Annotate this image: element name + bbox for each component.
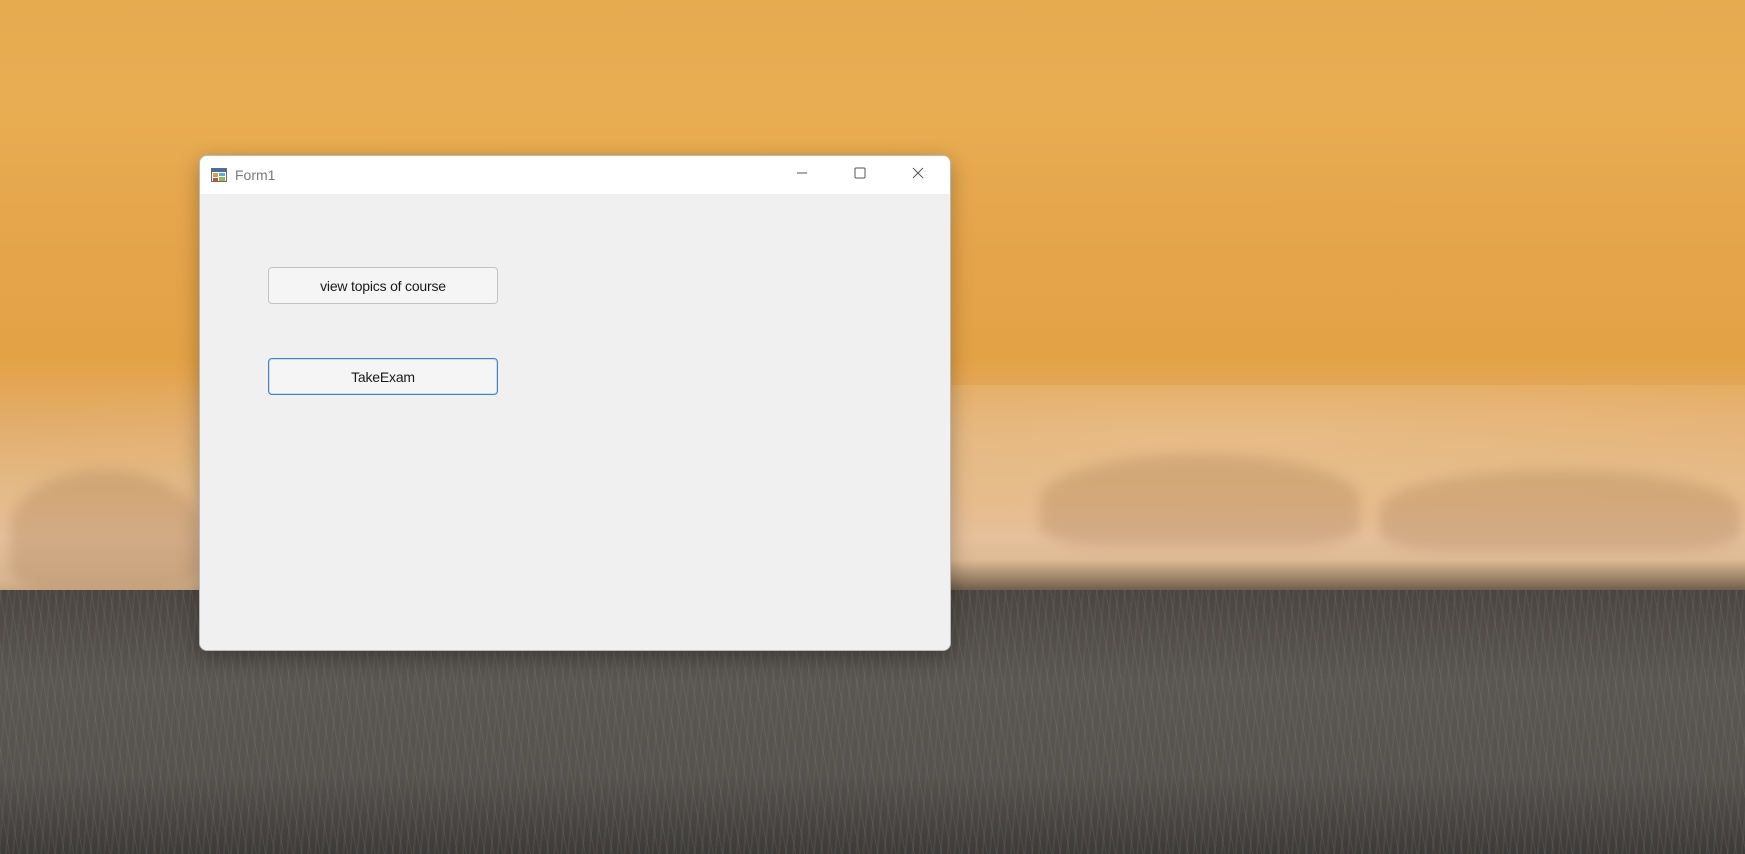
close-button[interactable] xyxy=(889,156,947,194)
minimize-button[interactable] xyxy=(773,156,831,194)
wallpaper-tree xyxy=(10,470,200,590)
window-title: Form1 xyxy=(235,167,276,183)
close-icon xyxy=(912,166,924,184)
view-topics-button[interactable]: view topics of course xyxy=(268,267,498,304)
form1-window: Form1 view topics of course TakeExam xyxy=(199,155,951,651)
window-titlebar[interactable]: Form1 xyxy=(200,156,950,194)
wallpaper-tree xyxy=(1380,470,1740,550)
winforms-app-icon xyxy=(211,167,227,183)
minimize-icon xyxy=(796,166,808,184)
wallpaper-tree xyxy=(1040,455,1360,545)
maximize-icon xyxy=(854,166,866,184)
maximize-button[interactable] xyxy=(831,156,889,194)
form-client-area: view topics of course TakeExam xyxy=(200,194,950,650)
take-exam-button[interactable]: TakeExam xyxy=(268,358,498,395)
